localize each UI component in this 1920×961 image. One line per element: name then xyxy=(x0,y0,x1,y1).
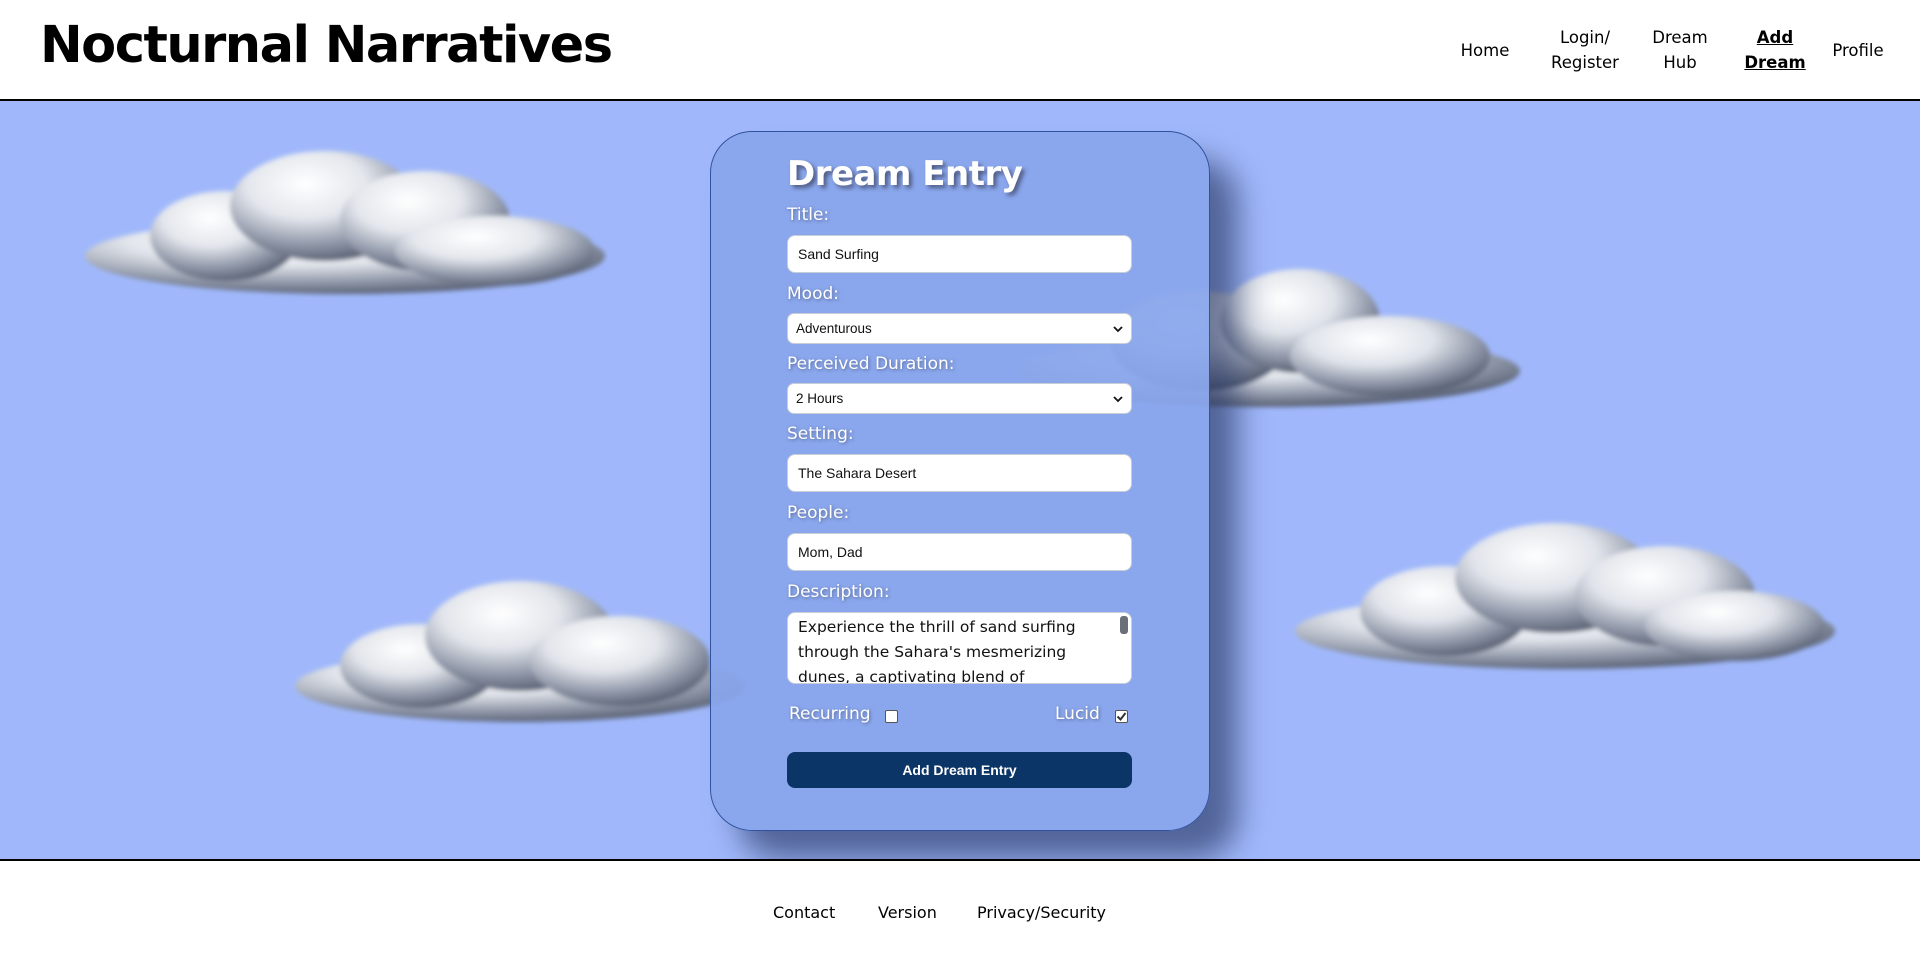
mood-select[interactable]: Adventurous xyxy=(787,313,1132,344)
site-header: Nocturnal Narratives Home Login/ Registe… xyxy=(0,0,1920,101)
footer-privacy-link[interactable]: Privacy/Security xyxy=(977,903,1106,922)
duration-select[interactable]: 2 Hours xyxy=(787,383,1132,414)
nav-profile[interactable]: Profile xyxy=(1818,0,1898,100)
description-label: Description: xyxy=(787,582,890,602)
footer-version-link[interactable]: Version xyxy=(878,903,937,922)
recurring-label: Recurring xyxy=(789,704,871,724)
duration-label: Perceived Duration: xyxy=(787,354,955,374)
sky-background: Dream Entry Title: Mood: Adventurous Per… xyxy=(0,101,1920,861)
description-scrollbar[interactable] xyxy=(1120,616,1128,634)
mood-select-value: Adventurous xyxy=(796,321,872,336)
mood-label: Mood: xyxy=(787,284,839,304)
recurring-checkbox[interactable] xyxy=(885,710,898,723)
footer-contact-link[interactable]: Contact xyxy=(773,903,835,922)
dream-entry-form: Dream Entry Title: Mood: Adventurous Per… xyxy=(710,131,1210,831)
title-label: Title: xyxy=(787,205,830,225)
lucid-label: Lucid xyxy=(1055,704,1100,724)
cloud-image xyxy=(85,151,605,294)
nav-home[interactable]: Home xyxy=(1440,0,1530,100)
setting-label: Setting: xyxy=(787,424,854,444)
nav-login-register[interactable]: Login/ Register xyxy=(1535,0,1635,100)
description-textarea[interactable]: Experience the thrill of sand surfing th… xyxy=(787,612,1132,684)
title-input[interactable] xyxy=(787,235,1132,273)
add-dream-entry-button[interactable]: Add Dream Entry xyxy=(787,752,1132,788)
cloud-image xyxy=(295,581,745,722)
setting-input[interactable] xyxy=(787,454,1132,492)
duration-select-value: 2 Hours xyxy=(796,391,844,406)
nav-add-dream[interactable]: Add Dream xyxy=(1730,0,1820,100)
cloud-image xyxy=(1295,523,1835,669)
site-logo[interactable]: Nocturnal Narratives xyxy=(40,16,613,75)
lucid-checkbox[interactable] xyxy=(1115,710,1128,723)
site-footer: Contact Version Privacy/Security xyxy=(0,863,1920,961)
form-heading: Dream Entry xyxy=(787,154,1023,194)
checkmark-icon xyxy=(1116,712,1127,722)
nav-dream-hub[interactable]: Dream Hub xyxy=(1635,0,1725,100)
people-label: People: xyxy=(787,503,850,523)
people-input[interactable] xyxy=(787,533,1132,571)
